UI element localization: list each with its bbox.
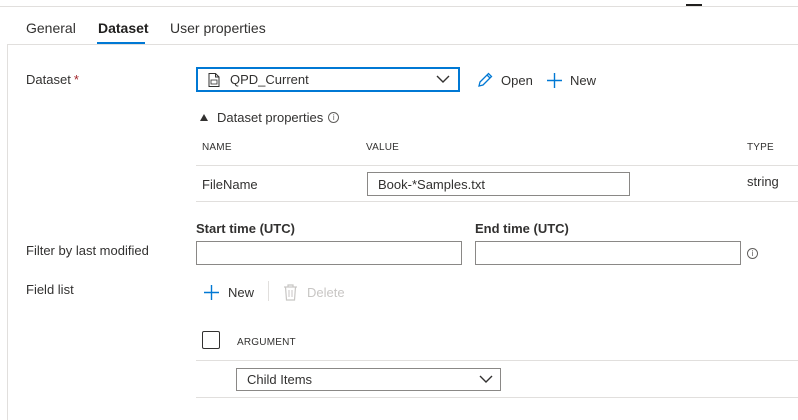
new-dataset-label: New xyxy=(570,72,597,88)
argument-row-divider xyxy=(196,397,798,398)
column-header-argument: ARGUMENT xyxy=(237,337,296,348)
end-time-label: End time (UTC) xyxy=(475,221,569,236)
delete-field-label: Delete xyxy=(307,284,345,300)
add-field-button[interactable]: New xyxy=(203,282,254,302)
property-name: FileName xyxy=(202,177,258,192)
dataset-label: Dataset * xyxy=(26,72,79,87)
top-marker xyxy=(686,4,702,6)
required-marker: * xyxy=(73,72,79,87)
edit-icon xyxy=(478,72,493,87)
tab-user-properties[interactable]: User properties xyxy=(170,20,266,36)
chevron-down-icon xyxy=(436,75,450,83)
tab-dataset[interactable]: Dataset xyxy=(98,20,149,36)
plus-icon xyxy=(547,72,562,88)
field-list-label: Field list xyxy=(26,282,74,297)
argument-select-value: Child Items xyxy=(247,372,313,387)
filename-value-input[interactable] xyxy=(367,172,630,196)
column-header-type: TYPE xyxy=(747,142,774,153)
argument-header-divider xyxy=(196,360,798,361)
select-all-checkbox[interactable] xyxy=(202,331,220,349)
dataset-file-icon xyxy=(208,73,220,87)
collapse-triangle-icon xyxy=(200,114,208,121)
dataset-properties-title: Dataset properties xyxy=(217,110,324,125)
column-header-value: VALUE xyxy=(366,142,400,153)
end-time-info-icon[interactable]: i xyxy=(747,248,758,259)
open-label: Open xyxy=(501,72,533,88)
panel-left-border xyxy=(7,44,8,420)
add-field-label: New xyxy=(228,284,255,300)
trash-icon xyxy=(284,283,297,301)
property-type: string xyxy=(747,174,779,189)
start-time-input[interactable] xyxy=(196,241,462,265)
table-header-divider xyxy=(196,165,798,166)
command-separator xyxy=(268,281,269,301)
open-dataset-button[interactable]: Open xyxy=(476,70,533,90)
dataset-label-text: Dataset xyxy=(26,72,71,87)
tabs-divider xyxy=(8,44,798,45)
start-time-label: Start time (UTC) xyxy=(196,221,295,236)
filter-by-last-modified-label: Filter by last modified xyxy=(26,243,149,258)
chevron-down-icon xyxy=(479,375,493,383)
info-icon[interactable]: i xyxy=(328,112,340,123)
tab-general[interactable]: General xyxy=(26,20,76,36)
dataset-select[interactable]: QPD_Current xyxy=(196,67,460,92)
end-time-input[interactable] xyxy=(475,241,741,265)
table-row-divider xyxy=(196,201,798,202)
new-dataset-button[interactable]: New xyxy=(546,70,596,90)
delete-field-button[interactable]: Delete xyxy=(283,282,345,302)
plus-icon xyxy=(204,284,219,300)
argument-select[interactable]: Child Items xyxy=(236,368,501,391)
column-header-name: NAME xyxy=(202,142,232,153)
dataset-select-value: QPD_Current xyxy=(230,72,309,87)
top-divider xyxy=(0,6,798,7)
dataset-properties-toggle[interactable]: Dataset properties i xyxy=(200,110,340,125)
